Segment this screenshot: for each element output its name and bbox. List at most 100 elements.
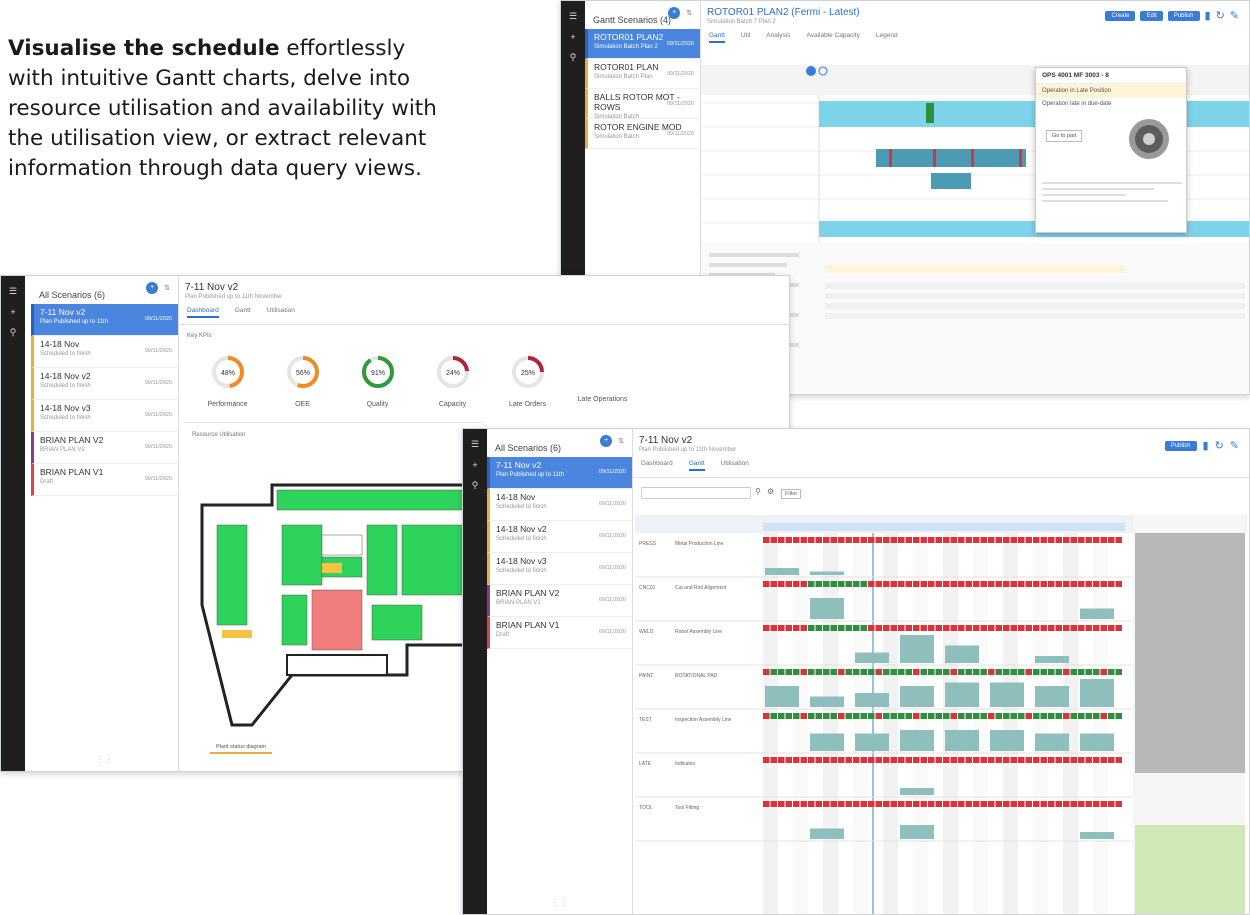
capacity-cell [1115, 581, 1122, 587]
view-tabs: Dashboard Gantt Utilisation [179, 301, 789, 325]
capacity-cell [875, 581, 882, 587]
capacity-cell [1048, 713, 1055, 719]
menu-icon[interactable]: ☰ [561, 11, 585, 22]
capacity-cell [845, 713, 852, 719]
sidebar-item[interactable]: ROTOR ENGINE MOD Simulation Batch 09/11/20… [585, 119, 700, 149]
utilisation-bar [900, 730, 934, 751]
capacity-cell [763, 625, 770, 631]
publish-button[interactable]: Publish [1167, 10, 1200, 21]
kpi-ring: 56% [286, 356, 319, 388]
resource-code: TEST [639, 717, 652, 723]
capacity-cell [1055, 625, 1062, 631]
capacity-cell [973, 713, 980, 719]
capacity-cell [838, 713, 845, 719]
tab[interactable]: Utilisation [721, 460, 749, 471]
popup-goto-button[interactable]: Go to part [1046, 130, 1083, 142]
tab[interactable]: Analysis [766, 32, 790, 43]
add-icon[interactable]: + [1, 307, 25, 317]
add-scenario-button[interactable]: + [146, 282, 159, 294]
sidebar-item[interactable]: BALLS ROTOR MOT - ROWS Simulation Batch 09… [585, 89, 700, 120]
tab[interactable]: Available Capacity [807, 32, 860, 43]
capacity-cell [1093, 801, 1100, 807]
filter-icon[interactable]: ⇅ [164, 284, 170, 292]
drag-handle-icon[interactable]: ⋮⋮ [487, 897, 632, 908]
capacity-cell [913, 537, 920, 543]
capacity-cell [950, 581, 957, 587]
sidebar-item-date: 09/11/2020 [598, 565, 626, 571]
utilisation-bar [945, 682, 979, 707]
tab[interactable]: Gantt [688, 460, 705, 471]
delete-icon[interactable]: ▮ [1203, 439, 1209, 452]
capacity-cell [1055, 669, 1062, 675]
menu-icon[interactable]: ☰ [463, 439, 487, 450]
sidebar-item[interactable]: BRIAN PLAN V2 BRIAN PLAN V2 09/11/2020 [31, 432, 178, 464]
popup-info: Operation late in due-date [1042, 101, 1112, 107]
filter-button[interactable]: Filter [781, 489, 802, 499]
settings-icon[interactable]: ⚙ [767, 487, 774, 496]
capacity-cell [1108, 625, 1115, 631]
capacity-cell [883, 537, 890, 543]
toolbar: Create Edit Publish ▮ ↻ ✎ [1105, 9, 1239, 22]
headline-line1: effortlessly [279, 36, 406, 61]
filter-icon[interactable]: ⇅ [686, 9, 692, 17]
sidebar-item[interactable]: 14-18 Nov v3 Scheduled to finish 09/11/202… [31, 400, 178, 432]
tab[interactable]: Util [741, 32, 750, 43]
refresh-icon[interactable]: ↻ [1215, 439, 1224, 452]
sidebar-item[interactable]: 7-11 Nov v2 Plan Published up to 11th 09/1… [487, 457, 632, 489]
capacity-cell [1025, 801, 1032, 807]
sidebar-item[interactable]: 7-11 Nov v2 Plan Published up to 11th 09/1… [31, 304, 178, 336]
capacity-cell [1040, 669, 1047, 675]
gantt-bar [931, 173, 971, 189]
filter-icon[interactable]: ⇅ [618, 437, 624, 445]
capacity-cell [770, 625, 777, 631]
headline-line4: the utilisation view, or extract relevan… [8, 126, 427, 151]
tab-plant-status[interactable]: Plant status diagram [210, 742, 273, 754]
delete-icon[interactable]: ▮ [1205, 9, 1211, 22]
edit-icon[interactable]: ✎ [1230, 439, 1239, 452]
sidebar-item[interactable]: 14-18 Nov v2 Scheduled to finish 09/11/202… [31, 368, 178, 400]
capacity-cell [943, 669, 950, 675]
menu-icon[interactable]: ☰ [1, 286, 25, 297]
tab[interactable]: Utilisation [267, 307, 295, 318]
drag-handle-icon[interactable]: ⋮⋮ [31, 754, 178, 765]
sidebar-item[interactable]: BRIAN PLAN V2 BRIAN PLAN V2 09/11/2020 [487, 585, 632, 617]
capacity-cell [980, 801, 987, 807]
refresh-icon[interactable]: ↻ [1216, 9, 1225, 22]
tab[interactable]: Legend [876, 32, 898, 43]
sidebar-item[interactable]: 14-18 Nov v3 Scheduled to finish 09/11/202… [487, 553, 632, 585]
search-icon[interactable]: ⚲ [561, 52, 585, 63]
capacity-cell [1100, 581, 1107, 587]
day-band [883, 533, 898, 914]
sidebar-item[interactable]: 14-18 Nov Scheduled to finish 09/11/2020 [31, 336, 178, 368]
tab[interactable]: Gantt [235, 307, 251, 318]
add-scenario-button[interactable]: + [668, 7, 681, 19]
sidebar-item[interactable]: ROTOR01 PLAN2 Simulation Batch Plan 2 09/1… [585, 29, 700, 59]
add-icon[interactable]: + [561, 32, 585, 42]
edit-icon[interactable]: ✎ [1230, 9, 1239, 22]
sidebar-item[interactable]: 14-18 Nov Scheduled to finish 09/11/2020 [487, 489, 632, 521]
capacity-cell [793, 801, 800, 807]
search-input[interactable] [641, 487, 751, 499]
create-button[interactable]: Create [1105, 10, 1136, 21]
tab[interactable]: Dashboard [187, 307, 219, 318]
capacity-cell [1100, 625, 1107, 631]
add-icon[interactable]: + [463, 460, 487, 470]
capacity-cell [1085, 625, 1092, 631]
sidebar-item[interactable]: BRIAN PLAN V1 Draft 09/11/2020 [487, 617, 632, 649]
sidebar-item[interactable]: ROTOR01 PLAN Simulation Batch Plan 09/11/2… [585, 59, 700, 89]
sidebar-item-date: 09/11/2020 [598, 501, 626, 507]
publish-button[interactable]: Publish [1164, 440, 1197, 451]
sidebar-item[interactable]: 14-18 Nov v2 Scheduled to finish 09/11/202… [487, 521, 632, 553]
edit-button[interactable]: Edit [1140, 10, 1163, 21]
capacity-cell [943, 801, 950, 807]
search-icon[interactable]: ⚲ [1, 327, 25, 338]
capacity-cell [1040, 625, 1047, 631]
tab[interactable]: Dashboard [641, 460, 673, 471]
sidebar-item[interactable]: BRIAN PLAN V1 Draft 09/11/2020 [31, 464, 178, 496]
kpi-dial: 48% Performance [190, 352, 265, 408]
zoom-icon[interactable]: ⚲ [755, 487, 761, 496]
add-scenario-button[interactable]: + [600, 435, 613, 447]
tab[interactable]: Gantt [709, 32, 725, 43]
search-icon[interactable]: ⚲ [463, 480, 487, 491]
headline-line2: with intuitive Gantt charts, delve into [8, 66, 411, 91]
